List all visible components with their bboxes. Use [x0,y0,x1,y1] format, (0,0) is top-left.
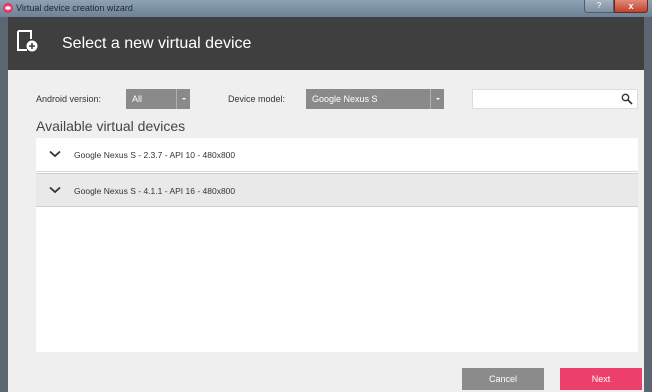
wizard-header: Select a new virtual device [8,17,644,70]
device-list-item[interactable]: Google Nexus S - 2.3.7 - API 10 - 480x80… [36,138,638,172]
wizard-window: Virtual device creation wizard ? x Selec… [0,0,652,392]
device-item-label: Google Nexus S - 4.1.1 - API 16 - 480x80… [74,186,236,196]
search-input[interactable] [477,92,621,108]
device-model-value: Google Nexus S [312,94,378,104]
chevron-down-icon[interactable] [49,150,61,158]
wizard-content: Android version: All Device model: Googl… [8,70,644,392]
device-list: Google Nexus S - 2.3.7 - API 10 - 480x80… [36,138,638,352]
available-devices-heading: Available virtual devices [36,118,186,134]
next-button[interactable]: Next [560,368,642,390]
cancel-button[interactable]: Cancel [462,368,544,390]
genymotion-app-icon [3,3,13,13]
dropdown-arrow-icon [176,89,190,109]
device-model-dropdown[interactable]: Google Nexus S [306,89,444,109]
device-list-item-selected[interactable]: Google Nexus S - 4.1.1 - API 16 - 480x80… [36,173,638,207]
android-version-value: All [132,94,143,104]
android-version-dropdown[interactable]: All [126,89,190,109]
device-model-label: Device model: [228,94,286,104]
new-device-icon [17,30,38,52]
chevron-down-icon[interactable] [49,186,61,194]
close-button[interactable]: x [614,0,648,13]
dropdown-arrow-icon [430,89,444,109]
search-box[interactable] [472,89,638,109]
page-title: Select a new virtual device [62,35,252,52]
android-version-label: Android version: [36,94,102,104]
device-item-label: Google Nexus S - 2.3.7 - API 10 - 480x80… [74,150,236,160]
search-icon[interactable] [621,93,633,105]
window-title: Virtual device creation wizard [16,3,133,13]
help-button[interactable]: ? [584,0,614,13]
title-bar[interactable]: Virtual device creation wizard ? x [0,0,652,17]
